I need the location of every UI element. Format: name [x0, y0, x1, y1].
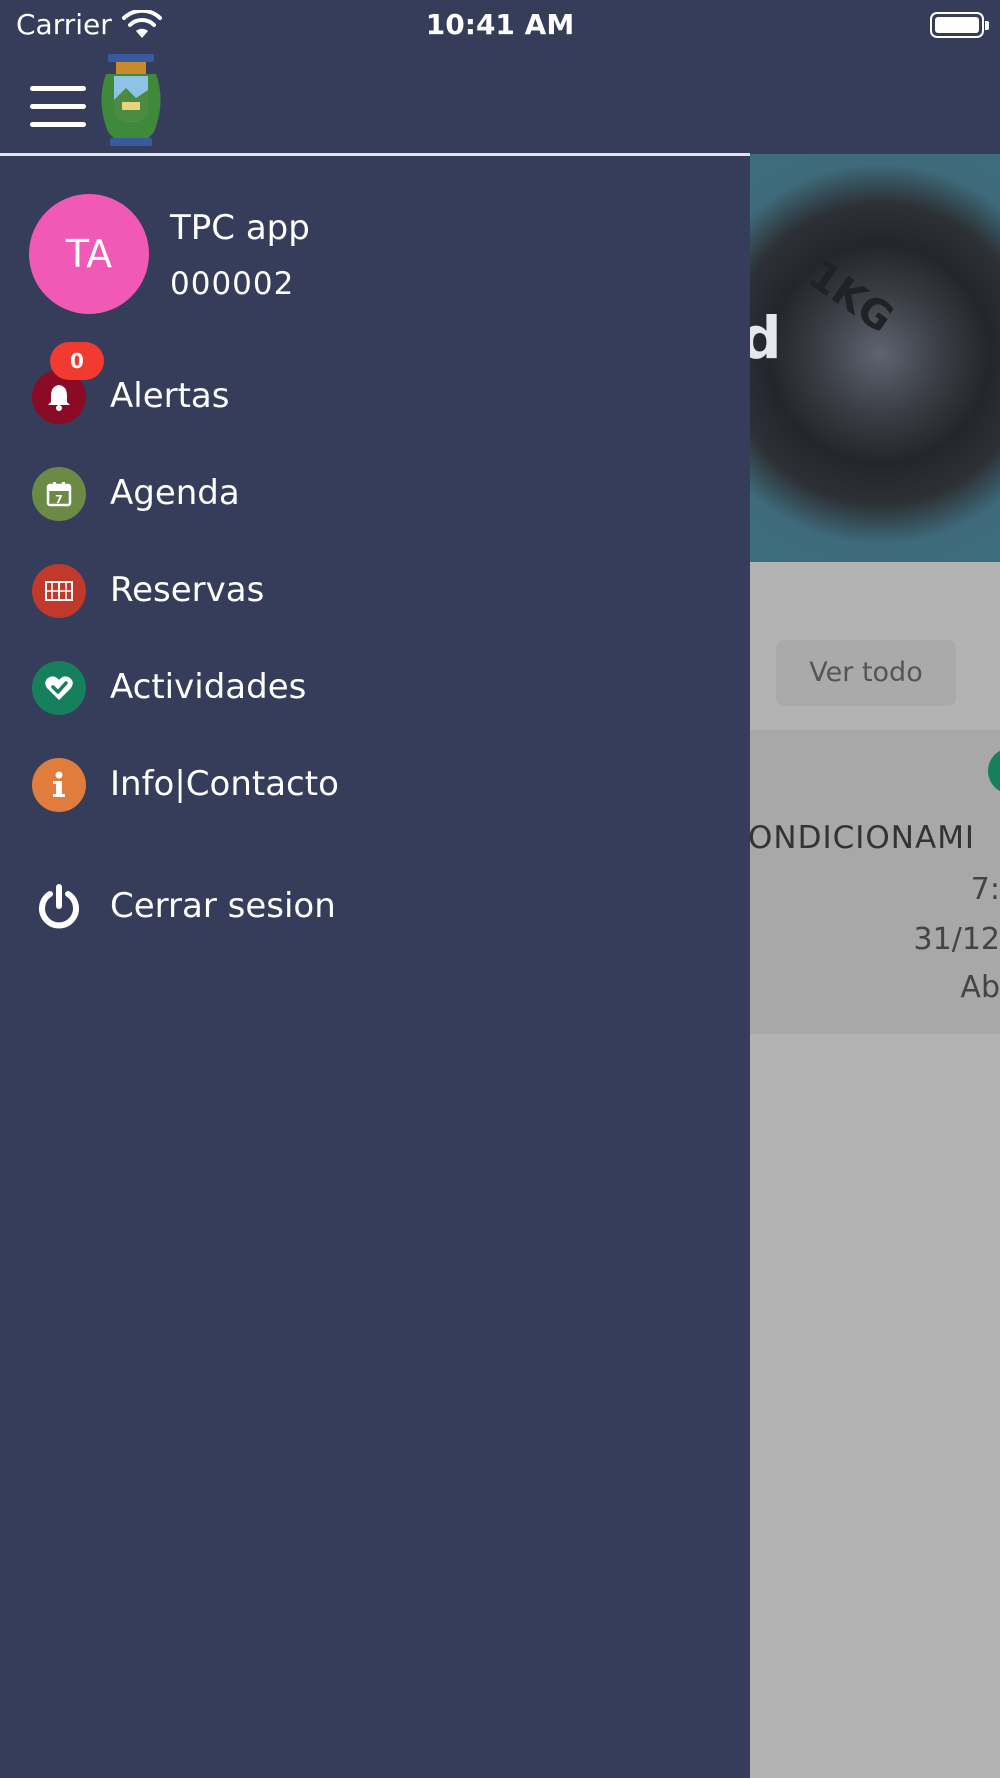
hamburger-icon[interactable]: [30, 86, 86, 128]
logout-button[interactable]: Cerrar sesion: [0, 868, 750, 948]
drawer-item-label: Alertas: [110, 376, 230, 416]
calendar-icon: 7: [32, 467, 86, 521]
hero-title-partial: d: [750, 304, 782, 372]
drawer-item-label: Reservas: [110, 570, 265, 610]
drawer-item-reservas[interactable]: Reservas: [0, 552, 750, 632]
hero-image: 1KG d: [750, 154, 1000, 562]
drawer-divider: [0, 153, 750, 156]
alert-count-badge: 0: [50, 342, 104, 380]
drawer-item-actividades[interactable]: Actividades: [0, 649, 750, 729]
heart-check-icon: [32, 661, 86, 715]
svg-text:7: 7: [55, 493, 63, 506]
plate-text: 1KG: [800, 251, 902, 343]
status-time: 10:41 AM: [425, 8, 575, 41]
ver-todo-button[interactable]: Ver todo: [776, 640, 956, 706]
power-icon: [32, 880, 86, 934]
activity-card-title: ONDICIONAMI: [748, 820, 976, 856]
drawer-item-label: Info|Contacto: [110, 764, 339, 804]
drawer-item-info-contacto[interactable]: Info|Contacto: [0, 746, 750, 826]
logout-label: Cerrar sesion: [110, 886, 336, 926]
drawer-item-alertas[interactable]: 0 Alertas: [0, 342, 750, 438]
info-icon: [32, 758, 86, 812]
municipal-crest-logo: [101, 54, 161, 146]
drawer-item-label: Actividades: [110, 667, 307, 707]
court-icon: [32, 564, 86, 618]
avatar: TA: [29, 194, 149, 314]
battery-icon: [930, 12, 989, 38]
drawer-item-label: Agenda: [110, 473, 240, 513]
user-id: 000002: [170, 266, 295, 302]
user-name: TPC app: [170, 208, 310, 248]
drawer-item-agenda[interactable]: 7 Agenda: [0, 455, 750, 535]
top-bar: Carrier 10:41 AM: [0, 0, 1000, 154]
